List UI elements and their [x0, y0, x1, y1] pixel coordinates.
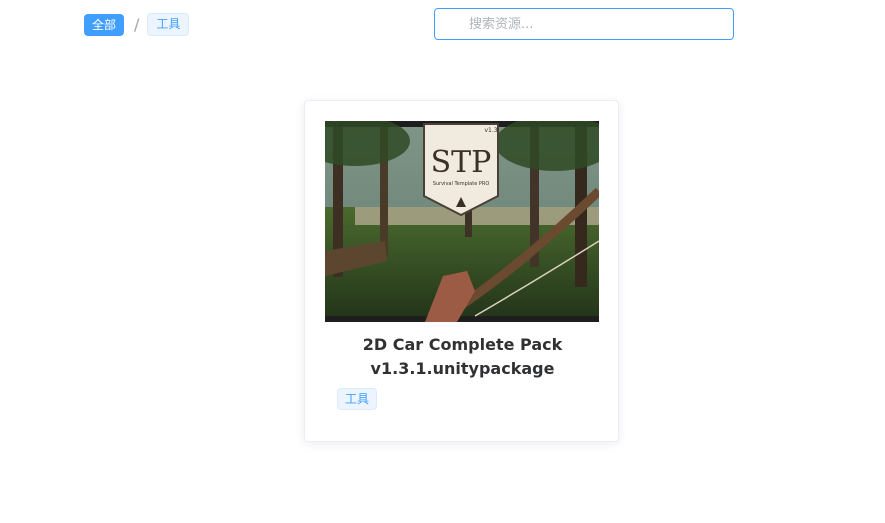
breadcrumb-separator: /	[134, 15, 140, 34]
badge-subtext: Survival Template PRO	[433, 181, 490, 187]
search-icon	[447, 17, 460, 30]
badge-version: v1.3	[484, 127, 497, 134]
resource-card[interactable]: STP Survival Template PRO v1.3 2D Car Co…	[304, 100, 619, 442]
category-tool-tag[interactable]: 工具	[147, 13, 190, 36]
resource-title[interactable]: 2D Car Complete Pack v1.3.1.unitypackage	[305, 333, 620, 381]
category-all-tag[interactable]: 全部	[84, 13, 125, 36]
resource-title-line1: 2D Car Complete Pack	[362, 335, 563, 354]
page: 全部 / 工具 搜索资源... STP Survival Template PR…	[0, 0, 885, 523]
breadcrumb: 全部 / 工具	[84, 13, 190, 36]
resource-thumbnail[interactable]: STP Survival Template PRO v1.3	[325, 121, 599, 322]
badge-text: STP	[431, 145, 492, 180]
search-input[interactable]	[467, 15, 711, 33]
search-box[interactable]	[434, 8, 734, 40]
resource-title-line2: v1.3.1.unitypackage	[370, 359, 555, 378]
resource-category-tag[interactable]: 工具	[337, 388, 378, 410]
thumbnail-image: STP Survival Template PRO v1.3	[325, 121, 599, 322]
